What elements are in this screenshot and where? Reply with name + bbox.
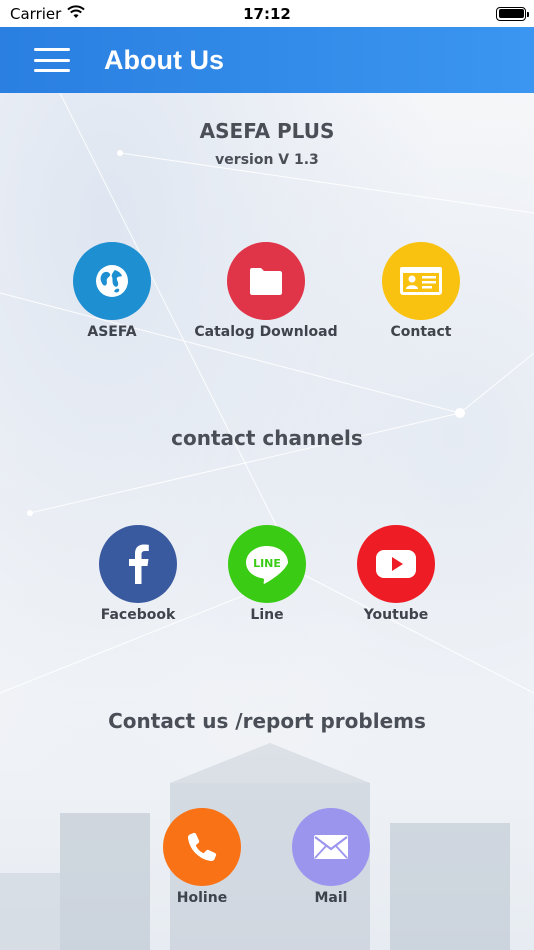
folder-icon xyxy=(227,242,305,320)
svg-text:LINE: LINE xyxy=(253,557,281,570)
asefa-link-button[interactable]: ASEFA xyxy=(32,242,192,340)
wifi-icon xyxy=(67,4,86,23)
page-title: About Us xyxy=(104,44,224,75)
mail-label: Mail xyxy=(314,890,348,906)
app-name: ASEFA PLUS xyxy=(199,119,335,143)
mail-button[interactable]: Mail xyxy=(251,808,411,906)
facebook-icon xyxy=(99,525,177,603)
asefa-label: ASEFA xyxy=(87,324,137,340)
youtube-button[interactable]: Youtube xyxy=(316,525,476,623)
contact-label: Contact xyxy=(390,324,452,340)
contact-channels-title: contact channels xyxy=(171,426,363,450)
battery-icon xyxy=(496,6,529,21)
app-version: version V 1.3 xyxy=(215,152,319,168)
hamburger-menu-icon[interactable] xyxy=(34,48,70,72)
youtube-label: Youtube xyxy=(363,607,429,623)
catalog-download-label: Catalog Download xyxy=(194,324,338,340)
contact-button[interactable]: Contact xyxy=(341,242,501,340)
about-content: ASEFA PLUS version V 1.3 ASEFA Catalog D… xyxy=(0,93,534,950)
carrier-label: Carrier xyxy=(10,4,62,23)
mail-icon xyxy=(292,808,370,886)
line-icon: LINE xyxy=(228,525,306,603)
catalog-download-button[interactable]: Catalog Download xyxy=(186,242,346,340)
contact-card-icon xyxy=(382,242,460,320)
youtube-icon xyxy=(357,525,435,603)
phone-icon xyxy=(163,808,241,886)
report-problems-title: Contact us /report problems xyxy=(108,709,426,733)
app-bar: About Us xyxy=(0,27,534,93)
status-bar: Carrier 17:12 xyxy=(0,0,534,27)
globe-icon xyxy=(73,242,151,320)
